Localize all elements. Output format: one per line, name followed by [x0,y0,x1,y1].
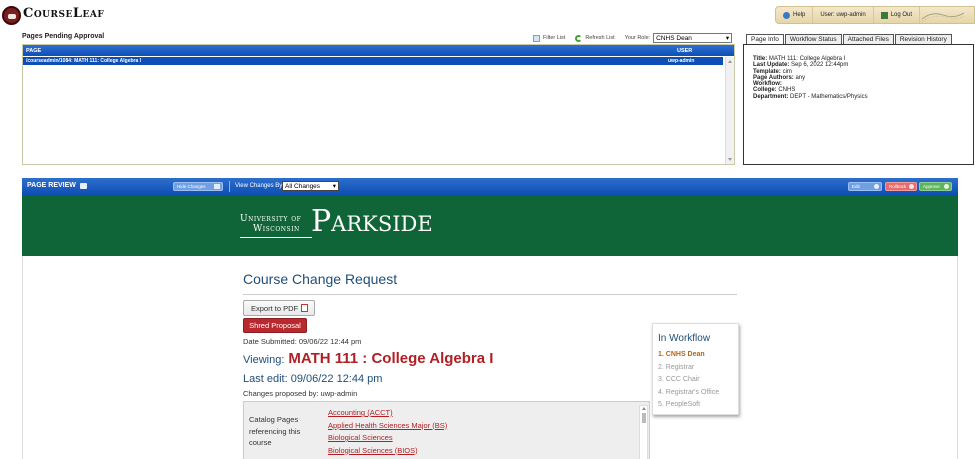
catalog-link[interactable]: Biological Sciences [328,432,447,445]
filter-label: Filter List [543,35,566,41]
pending-toolbar: Filter List Refresh List Your Role: CNHS… [533,33,733,43]
workflow-step: 2. Registrar [658,363,695,371]
page-title: Course Change Request [243,271,398,287]
column-header-page[interactable]: PAGE [26,48,41,54]
view-changes-value: All Changes [285,182,321,190]
workflow-step: 5. PeopleSoft [658,401,701,408]
refresh-label: Refresh List [585,35,615,41]
catalog-link[interactable]: Biological Sciences (BIOS) [328,445,447,458]
courseleaf-logo-icon [2,6,21,25]
changes-proposed-by: Changes proposed by: uwp-admin [243,389,358,398]
chevron-down-icon: ▾ [725,35,730,42]
hide-changes-icon [214,184,220,189]
banner-underline [240,237,312,238]
export-pdf-label: Export to PDF [251,303,299,313]
view-changes-select[interactable]: All Changes ▾ [282,181,339,191]
role-label: Your Role: [624,35,651,41]
catalog-scrollbar[interactable] [639,405,648,459]
chevron-down-icon: ▾ [332,183,336,190]
catalog-links: Accounting (ACCT) Applied Health Science… [328,407,447,457]
logout-icon [880,11,888,19]
pending-table-header: PAGE USER [23,45,734,56]
decorative-wave [920,7,974,23]
last-edit: Last edit: 09/06/22 12:44 pm [243,373,383,385]
filter-list-link[interactable]: Filter List [533,34,566,42]
tab-revision-history[interactable]: Revision History [894,34,952,44]
refresh-list-link[interactable]: Refresh List [575,34,615,42]
workflow-step: 4. Registrar's Office [658,388,720,396]
hide-changes-label: Hide Changes [177,184,206,189]
viewing-heading: Viewing: MATH 111 : College Algebra I [243,350,493,367]
approve-icon [944,184,949,189]
date-submitted: Date Submitted: 09/06/22 12:44 pm [243,337,362,346]
catalog-pages-label: Catalog Pages referencing this course [249,415,301,447]
banner-line1: University of [240,214,302,224]
user-bar: Help User: uwp-admin Log Out [775,6,975,24]
row-page: /courseadmin/1084: MATH 111: College Alg… [26,58,142,64]
catalog-pages-box: Catalog Pages referencing this course Ac… [243,401,650,459]
user-indicator: User: uwp-admin [813,7,874,23]
role-value: CNHS Dean [656,34,692,42]
hide-changes-button[interactable]: Hide Changes [173,182,223,191]
workflow-panel: In Workflow 1. CNHS Dean 2. Registrar 3.… [652,323,739,415]
info-tabs: Page Info Workflow Status Attached Files… [746,34,953,44]
university-logo-text: University of Wisconsin [240,214,301,234]
logout-link[interactable]: Log Out [874,7,921,23]
scroll-up-icon [728,60,732,63]
pending-title: Pages Pending Approval [22,33,105,40]
help-icon [783,11,790,19]
rollback-label: Rollback [889,184,907,189]
app-name: CourseLeaf [23,6,105,21]
tab-page-info[interactable]: Page Info [746,34,784,44]
scroll-down-icon [728,158,732,161]
workflow-title: In Workflow [658,333,711,344]
edit-label: Edit [852,184,860,189]
printer-icon[interactable] [79,182,87,189]
rollback-icon [909,184,914,189]
parkside-logo: Parkside [311,204,433,239]
edit-icon [874,184,879,189]
page-info-panel: Title: MATH 111: College Algebra I Last … [743,44,974,165]
logout-label: Log Out [890,12,913,18]
divider [229,181,230,192]
row-user: uwp-admin [668,58,695,64]
table-row[interactable]: /courseadmin/1084: MATH 111: College Alg… [23,56,723,65]
help-link[interactable]: Help [776,7,814,23]
help-label: Help [793,12,806,18]
user-label: User: uwp-admin [820,12,866,18]
viewing-label: Viewing: [243,354,285,366]
approve-label: Approve [923,184,940,189]
scroll-thumb[interactable] [642,413,646,423]
workflow-step: 1. CNHS Dean [658,351,705,358]
role-select[interactable]: CNHS Dean ▾ [653,33,733,43]
title-divider [243,294,737,295]
top-header: CourseLeaf Help User: uwp-admin Log Out [0,0,975,28]
filter-icon [533,34,540,42]
approve-button[interactable]: Approve [919,182,952,191]
tab-attached-files[interactable]: Attached Files [842,34,894,44]
banner-line2: Wisconsin [253,224,300,234]
scroll-up-icon [642,407,646,410]
course-name: MATH 111 : College Algebra I [288,350,494,367]
page-review-title: PAGE REVIEW [27,182,87,189]
workflow-step: 3. CCC Chair [658,376,700,383]
edit-button[interactable]: Edit [848,182,882,191]
page-review-bar: PAGE REVIEW Hide Changes View Changes By… [22,178,958,195]
catalog-link[interactable]: Accounting (ACCT) [328,407,447,420]
view-changes-label: View Changes By: [235,183,284,189]
pending-table: PAGE USER /courseadmin/1084: MATH 111: C… [22,44,735,165]
refresh-icon [575,34,583,42]
column-header-user[interactable]: USER [677,48,692,54]
export-pdf-button[interactable]: Export to PDF [243,300,315,316]
rollback-button[interactable]: Rollback [885,182,917,191]
page-review-label: PAGE REVIEW [27,182,76,189]
shred-proposal-button[interactable]: Shred Proposal [243,318,307,333]
catalog-link[interactable]: Applied Health Sciences Major (BS) [328,420,447,433]
tab-workflow-status[interactable]: Workflow Status [784,34,842,44]
pending-scrollbar[interactable] [725,57,734,164]
pdf-icon [301,304,309,312]
university-banner: University of Wisconsin Parkside [22,195,958,256]
info-department: Department: DEPT - Mathematics/Physics [753,93,868,100]
